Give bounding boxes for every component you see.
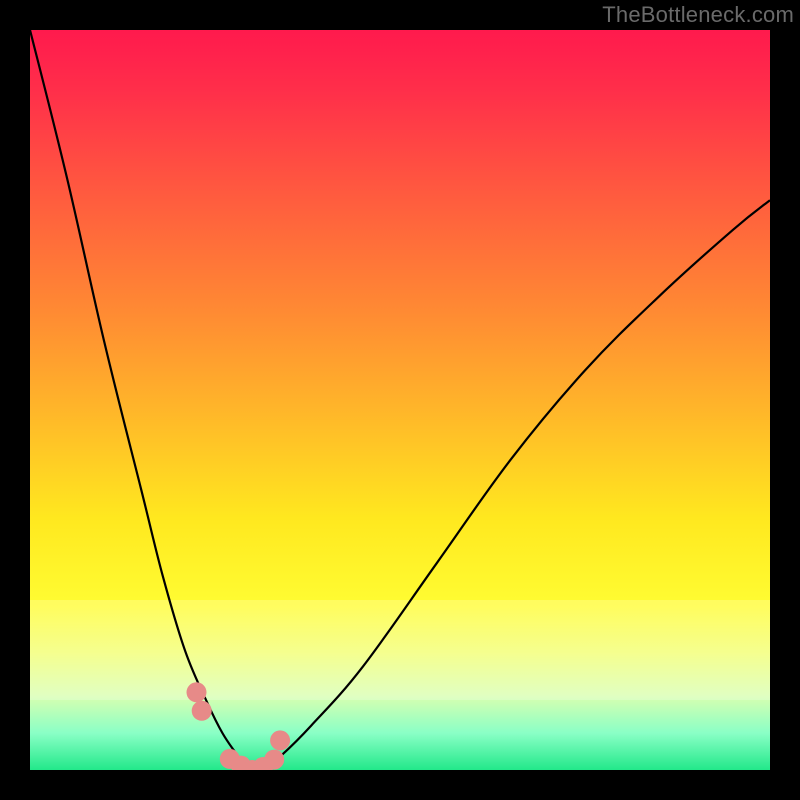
watermark-text: TheBottleneck.com	[602, 2, 794, 28]
chart-frame: TheBottleneck.com	[0, 0, 800, 800]
background-gradient	[30, 30, 770, 770]
plot-area	[30, 30, 770, 770]
